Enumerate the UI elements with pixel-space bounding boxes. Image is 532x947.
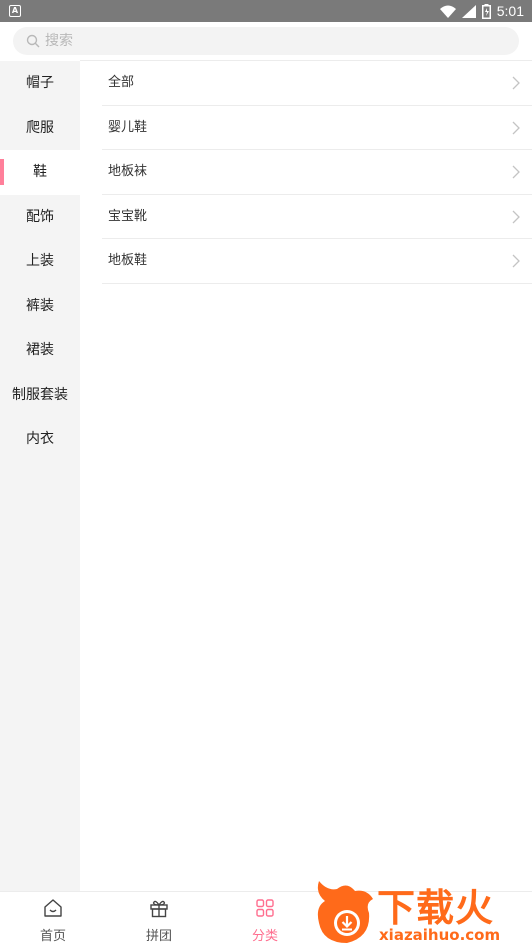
app-notification-icon: A (9, 5, 21, 17)
sidebar-item-tops[interactable]: 上装 (0, 239, 80, 284)
list-item-label: 地板鞋 (108, 253, 148, 268)
chevron-right-icon (512, 254, 520, 268)
search-bar (0, 22, 532, 60)
gift-icon (150, 900, 168, 918)
category-sidebar: 帽子 爬服 鞋 配饰 上装 裤装 裙装 制服套装 内衣 (0, 61, 80, 891)
list-item[interactable]: 全部 (102, 61, 532, 106)
list-item-label: 全部 (108, 75, 135, 90)
watermark-title: 下载火 (377, 886, 495, 930)
list-item[interactable]: 地板袜 (102, 150, 532, 195)
sidebar-item-rompers[interactable]: 爬服 (0, 106, 80, 151)
clock: 5:01 (496, 3, 524, 19)
wifi-icon (439, 5, 456, 18)
list-item-label: 宝宝靴 (108, 208, 148, 224)
chevron-right-icon (512, 76, 520, 90)
list-item[interactable]: 地板鞋 (102, 239, 532, 284)
status-bar: A 5:01 (0, 0, 532, 22)
home-icon (44, 899, 62, 917)
search-icon (26, 34, 40, 48)
sidebar-item-hats[interactable]: 帽子 (0, 61, 80, 106)
battery-icon (481, 3, 491, 19)
watermark-logo: 下载火 xiazaihuo.com (313, 877, 532, 946)
sidebar-item-uniform-sets[interactable]: 制服套装 (0, 373, 80, 418)
sidebar-item-accessories[interactable]: 配饰 (0, 195, 80, 240)
watermark-url: xiazaihuo.com (379, 926, 501, 944)
flame-download-icon (317, 881, 373, 943)
tab-label: 拼团 (145, 929, 172, 944)
list-item-label: 地板袜 (108, 164, 148, 179)
list-item-label: 婴儿鞋 (108, 119, 148, 135)
sidebar-item-shoes[interactable]: 鞋 (0, 150, 80, 195)
search-input[interactable] (45, 31, 485, 51)
sidebar-item-pants[interactable]: 裤装 (0, 284, 80, 329)
list-item[interactable]: 宝宝靴 (102, 195, 532, 239)
sidebar-item-skirts[interactable]: 裙装 (0, 328, 80, 373)
subcategory-list: 全部 婴儿鞋 地板袜 宝宝靴 地板鞋 (80, 61, 532, 891)
category-grid-icon (256, 899, 274, 917)
chevron-right-icon (512, 121, 520, 134)
tab-label: 分类 (251, 929, 278, 944)
tab-home[interactable]: 首页 (0, 892, 106, 947)
tab-category[interactable]: 分类 (212, 892, 318, 947)
chevron-right-icon (512, 210, 520, 223)
list-item[interactable]: 婴儿鞋 (102, 106, 532, 150)
sidebar-item-underwear[interactable]: 内衣 (0, 417, 80, 462)
tab-group-buy[interactable]: 拼团 (106, 892, 212, 947)
tab-label: 首页 (39, 929, 66, 944)
search-box[interactable] (13, 27, 519, 55)
signal-icon (461, 4, 476, 18)
chevron-right-icon (512, 165, 520, 179)
